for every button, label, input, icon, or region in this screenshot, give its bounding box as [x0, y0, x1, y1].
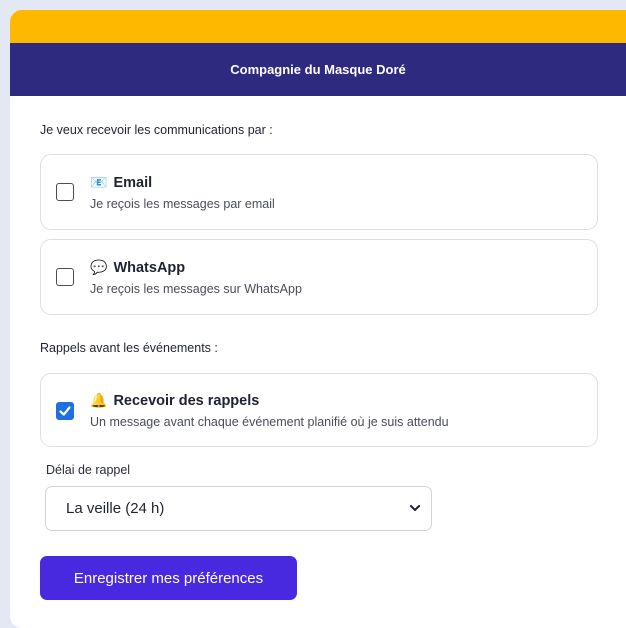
header: Compagnie du Masque Doré	[10, 43, 626, 96]
delay-selected-value: La veille (24 h)	[66, 500, 165, 517]
reminders-option[interactable]: 🔔 Recevoir des rappels Un message avant …	[40, 373, 598, 447]
email-description: Je reçois les messages par email	[90, 197, 275, 211]
reminders-option-title: 🔔 Recevoir des rappels	[90, 392, 259, 409]
checkmark-icon	[59, 406, 71, 416]
delay-select[interactable]: La veille (24 h)	[45, 486, 432, 531]
email-option-title: 📧 Email	[90, 174, 152, 191]
communications-label: Je veux recevoir les communications par …	[40, 123, 273, 137]
whatsapp-title: WhatsApp	[113, 259, 186, 276]
email-title: Email	[113, 174, 153, 191]
save-preferences-button[interactable]: Enregistrer mes préférences	[40, 556, 297, 600]
reminders-label: Rappels avant les événements :	[40, 341, 218, 355]
top-accent-bar	[10, 10, 626, 43]
speech-bubble-icon: 💬	[90, 259, 108, 275]
reminders-checkbox[interactable]	[56, 402, 74, 420]
whatsapp-description: Je reçois les messages sur WhatsApp	[90, 282, 302, 296]
email-checkbox[interactable]	[56, 183, 74, 201]
reminders-description: Un message avant chaque événement planif…	[90, 415, 449, 429]
delay-label: Délai de rappel	[46, 463, 131, 477]
email-icon: 📧	[90, 174, 108, 190]
preferences-card: Compagnie du Masque Doré Je veux recevoi…	[10, 10, 626, 628]
whatsapp-option-title: 💬 WhatsApp	[90, 259, 185, 276]
bell-icon: 🔔	[90, 392, 108, 408]
reminders-title: Recevoir des rappels	[113, 392, 260, 409]
email-option[interactable]: 📧 Email Je reçois les messages par email	[40, 154, 598, 230]
chevron-down-icon	[410, 505, 420, 511]
whatsapp-checkbox[interactable]	[56, 268, 74, 286]
whatsapp-option[interactable]: 💬 WhatsApp Je reçois les messages sur Wh…	[40, 239, 598, 315]
company-title: Compagnie du Masque Doré	[230, 62, 406, 77]
